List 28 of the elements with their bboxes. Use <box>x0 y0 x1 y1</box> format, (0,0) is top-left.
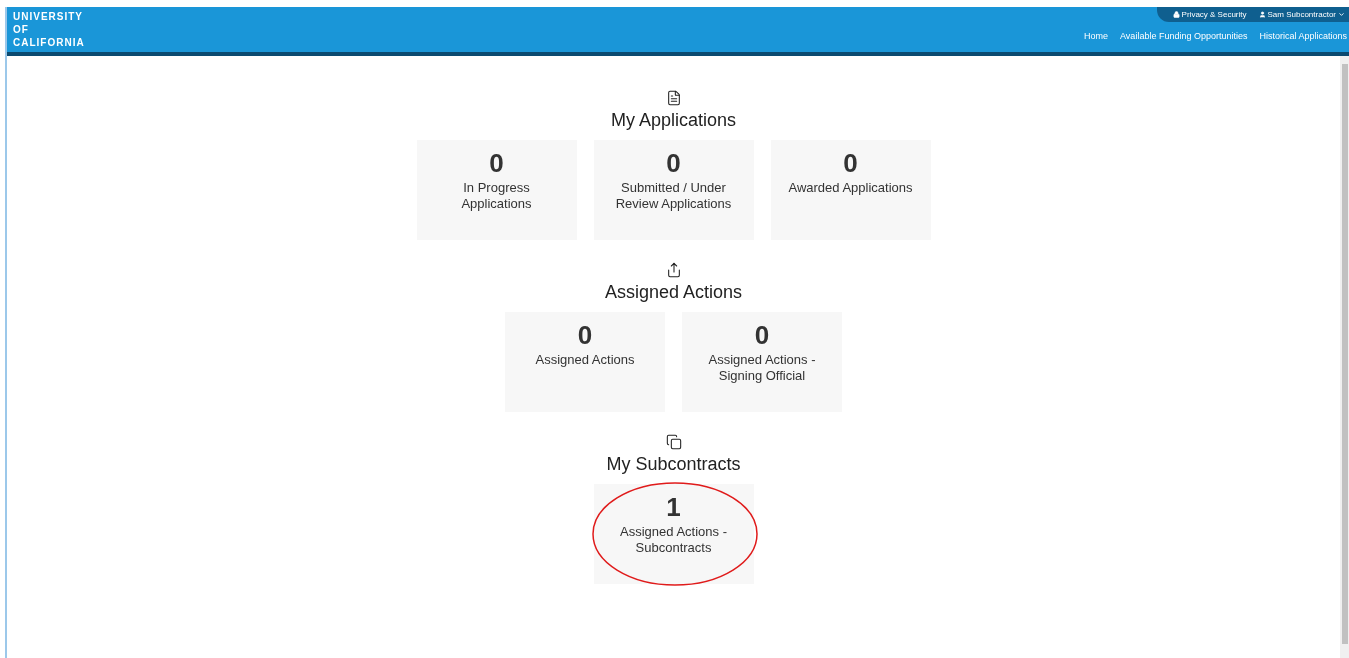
stat-card[interactable]: 0 Submitted / Under Review Applications <box>593 140 754 240</box>
stat-label: Submitted / Under Review Applications <box>614 180 733 212</box>
user-icon <box>1258 11 1266 18</box>
stat-count: 0 <box>489 148 504 178</box>
section-title: Assigned Actions <box>604 281 743 304</box>
stat-count: 0 <box>666 148 681 178</box>
stat-card[interactable]: 0 In Progress Applications <box>416 140 577 240</box>
copy-icon <box>665 434 682 450</box>
stat-label: In Progress Applications <box>460 180 533 212</box>
lock-icon <box>1172 11 1180 18</box>
section-title: My Subcontracts <box>606 453 741 476</box>
stat-count: 0 <box>754 320 770 350</box>
utility-link[interactable]: Sam Subcontractor <box>1258 8 1345 21</box>
utility-link[interactable]: Privacy & Security <box>1172 8 1247 21</box>
stat-count: 0 <box>577 320 593 350</box>
stat-card[interactable]: 0 Awarded Applications <box>770 140 931 240</box>
stat-label: Assigned Actions <box>534 352 636 368</box>
stat-label: Assigned Actions - Signing Official <box>707 352 817 384</box>
stat-card[interactable]: 0 Assigned Actions - Signing Official <box>682 312 842 412</box>
stat-label: Awarded Applications <box>787 180 914 196</box>
document-icon <box>665 90 682 106</box>
stat-label: Assigned Actions - Subcontracts <box>619 524 728 556</box>
stat-card[interactable]: 0 Assigned Actions <box>505 312 665 412</box>
stat-count: 1 <box>666 492 681 522</box>
scrollbar[interactable] <box>1340 56 1349 658</box>
section-title: My Applications <box>610 109 737 132</box>
share-icon <box>665 262 682 278</box>
stat-count: 0 <box>843 148 858 178</box>
